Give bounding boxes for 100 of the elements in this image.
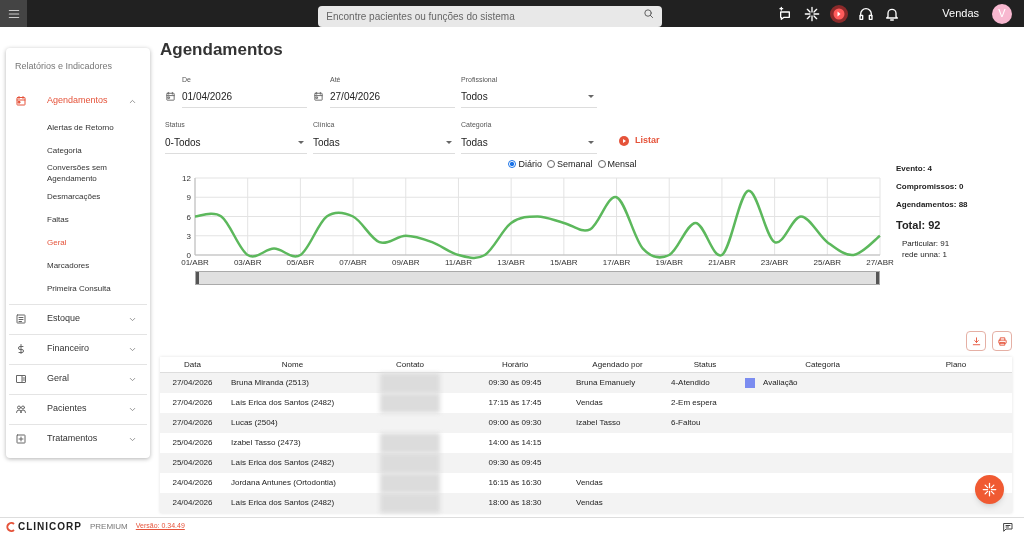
sidebar-item[interactable]: Tratamentos <box>9 424 147 454</box>
print-button[interactable] <box>992 331 1012 351</box>
calendar-icon <box>165 91 176 102</box>
table-cell-text: 24/04/2026 <box>171 497 214 509</box>
record-icon[interactable] <box>830 4 849 23</box>
table-cell: Avaliação <box>763 377 798 389</box>
table-cell-text: 6-Faltou <box>670 417 702 429</box>
brand-name: CLINICORP <box>18 520 82 534</box>
submenu-item[interactable]: Marcadores <box>9 253 147 277</box>
submenu-item[interactable]: Desmarcações <box>9 184 147 208</box>
sidebar-item[interactable]: Agendamentos <box>9 86 147 116</box>
column-header: Data <box>183 358 202 371</box>
axis-label: 15/ABR <box>550 258 578 267</box>
table-cell-text: 09:30 às 09:45 <box>487 457 543 469</box>
sidebar-item[interactable]: Pacientes <box>9 394 147 424</box>
headset-icon[interactable] <box>858 5 875 22</box>
axis-label: 11/ABR <box>444 258 472 267</box>
plus-square-icon <box>15 433 27 445</box>
sparkle-icon[interactable] <box>804 5 821 22</box>
list-icon <box>15 313 27 325</box>
people-icon <box>15 403 27 415</box>
axis-label: 05/ABR <box>286 258 315 267</box>
menu-button[interactable] <box>0 0 27 27</box>
table-cell-text: 09:00 às 09:30 <box>487 417 543 429</box>
column-header: Nome <box>280 358 305 371</box>
axis-label: 12 <box>182 174 191 183</box>
column-header: Status <box>692 358 718 371</box>
summary-line: Compromissos: 0 <box>896 180 965 193</box>
logo-icon <box>6 521 16 532</box>
submenu-item[interactable]: Geral <box>9 230 147 254</box>
axis-label: 07/ABR <box>339 258 367 267</box>
table-cell-text: Vendas <box>575 477 604 489</box>
table-cell-text: Lucas (2504) <box>230 417 279 429</box>
summary-detail: Particular: 91 <box>901 238 951 249</box>
axis-label: 03/ABR <box>233 258 262 267</box>
table-cell-text: 09:30 às 09:45 <box>487 377 543 389</box>
axis-label: 0 <box>186 251 191 260</box>
table-cell-text: 27/04/2026 <box>171 397 214 409</box>
table-cell-text: 25/04/2026 <box>171 457 214 469</box>
table-cell-text: Laís Erica dos Santos (2482) <box>230 457 336 469</box>
download-button[interactable] <box>966 331 986 351</box>
table-cell-text: 25/04/2026 <box>171 437 214 449</box>
table-cell-text: 14:00 às 14:15 <box>487 437 543 449</box>
column-header: Categoria <box>804 358 841 371</box>
table-cell-text: Vendas <box>575 497 604 509</box>
axis-label: 27/ABR <box>866 258 894 267</box>
list-button[interactable]: Listar <box>619 134 695 148</box>
sidebar-item[interactable]: Financeiro <box>9 334 147 364</box>
summary-detail: rede unna: 1 <box>901 249 948 260</box>
sidebar-item[interactable]: Estoque <box>9 304 147 334</box>
table-cell-text: Bruna Emanuely <box>575 377 637 389</box>
panel-icon <box>15 373 27 385</box>
radio-option[interactable]: Mensal <box>597 157 637 171</box>
column-header: Horário <box>500 358 530 371</box>
zoom-slider[interactable] <box>195 271 880 285</box>
submenu-item[interactable]: Categoria <box>9 138 147 162</box>
table-cell-text: Jordana Antunes (Ortodontia) <box>230 477 337 489</box>
axis-label: 13/ABR <box>497 258 525 267</box>
summary-total: Total: 92 <box>896 217 942 233</box>
table-cell-text: 18:00 às 18:30 <box>487 497 543 509</box>
sparkle-icon <box>982 482 997 497</box>
calendar-icon <box>15 95 27 107</box>
submenu-item[interactable]: Primeira Consulta <box>9 276 147 300</box>
table-cell-text: Laís Erica dos Santos (2482) <box>230 397 336 409</box>
radio-option[interactable]: Semanal <box>547 157 593 171</box>
user-name: Vendas <box>942 6 979 22</box>
table-cell-text: 24/04/2026 <box>171 477 214 489</box>
search-field[interactable]: Encontre pacientes ou funções do sistema <box>318 6 663 27</box>
printer-icon <box>996 335 1008 347</box>
table-cell-text: 27/04/2026 <box>171 377 214 389</box>
plan-label: PREMIUM <box>90 520 128 533</box>
submenu-item[interactable]: Conversões sem Agendamento <box>9 161 147 185</box>
table-cell-text: Laís Erica dos Santos (2482) <box>230 497 336 509</box>
sidebar-item[interactable]: Geral <box>9 364 147 394</box>
page-title: Agendamentos <box>160 39 284 61</box>
column-header: Agendado por <box>591 358 644 371</box>
axis-label: 23/ABR <box>760 258 789 267</box>
submenu-item[interactable]: Alertas de Retorno <box>9 115 147 139</box>
table-cell-text: Izabel Tasso <box>575 417 622 429</box>
column-header: Plano <box>944 358 968 371</box>
axis-label: 09/ABR <box>392 258 420 267</box>
table-cell-text: Izabel Tasso (2473) <box>230 437 302 449</box>
table-cell-text: Bruna Miranda (2513) <box>230 377 310 389</box>
axis-label: 01/ABR <box>181 258 209 267</box>
summary-line: Agendamentos: 88 <box>896 198 968 211</box>
dollar-icon <box>15 343 27 355</box>
axis-label: 17/ABR <box>602 258 631 267</box>
axis-label: 25/ABR <box>813 258 842 267</box>
axis-label: 9 <box>186 193 191 203</box>
axis-label: 3 <box>186 231 191 241</box>
submenu-item[interactable]: Faltas <box>9 207 147 231</box>
table-cell-text: Vendas <box>575 397 604 409</box>
radio-option[interactable]: Diário <box>508 157 542 171</box>
play-icon <box>619 135 629 146</box>
column-header: Contato <box>395 358 425 371</box>
table-cell-text: 16:15 às 16:30 <box>487 477 543 489</box>
search-icon <box>643 8 655 19</box>
chat-icon[interactable] <box>1002 520 1014 533</box>
download-icon <box>970 335 982 347</box>
table-cell-text: 2-Em espera <box>670 397 718 409</box>
